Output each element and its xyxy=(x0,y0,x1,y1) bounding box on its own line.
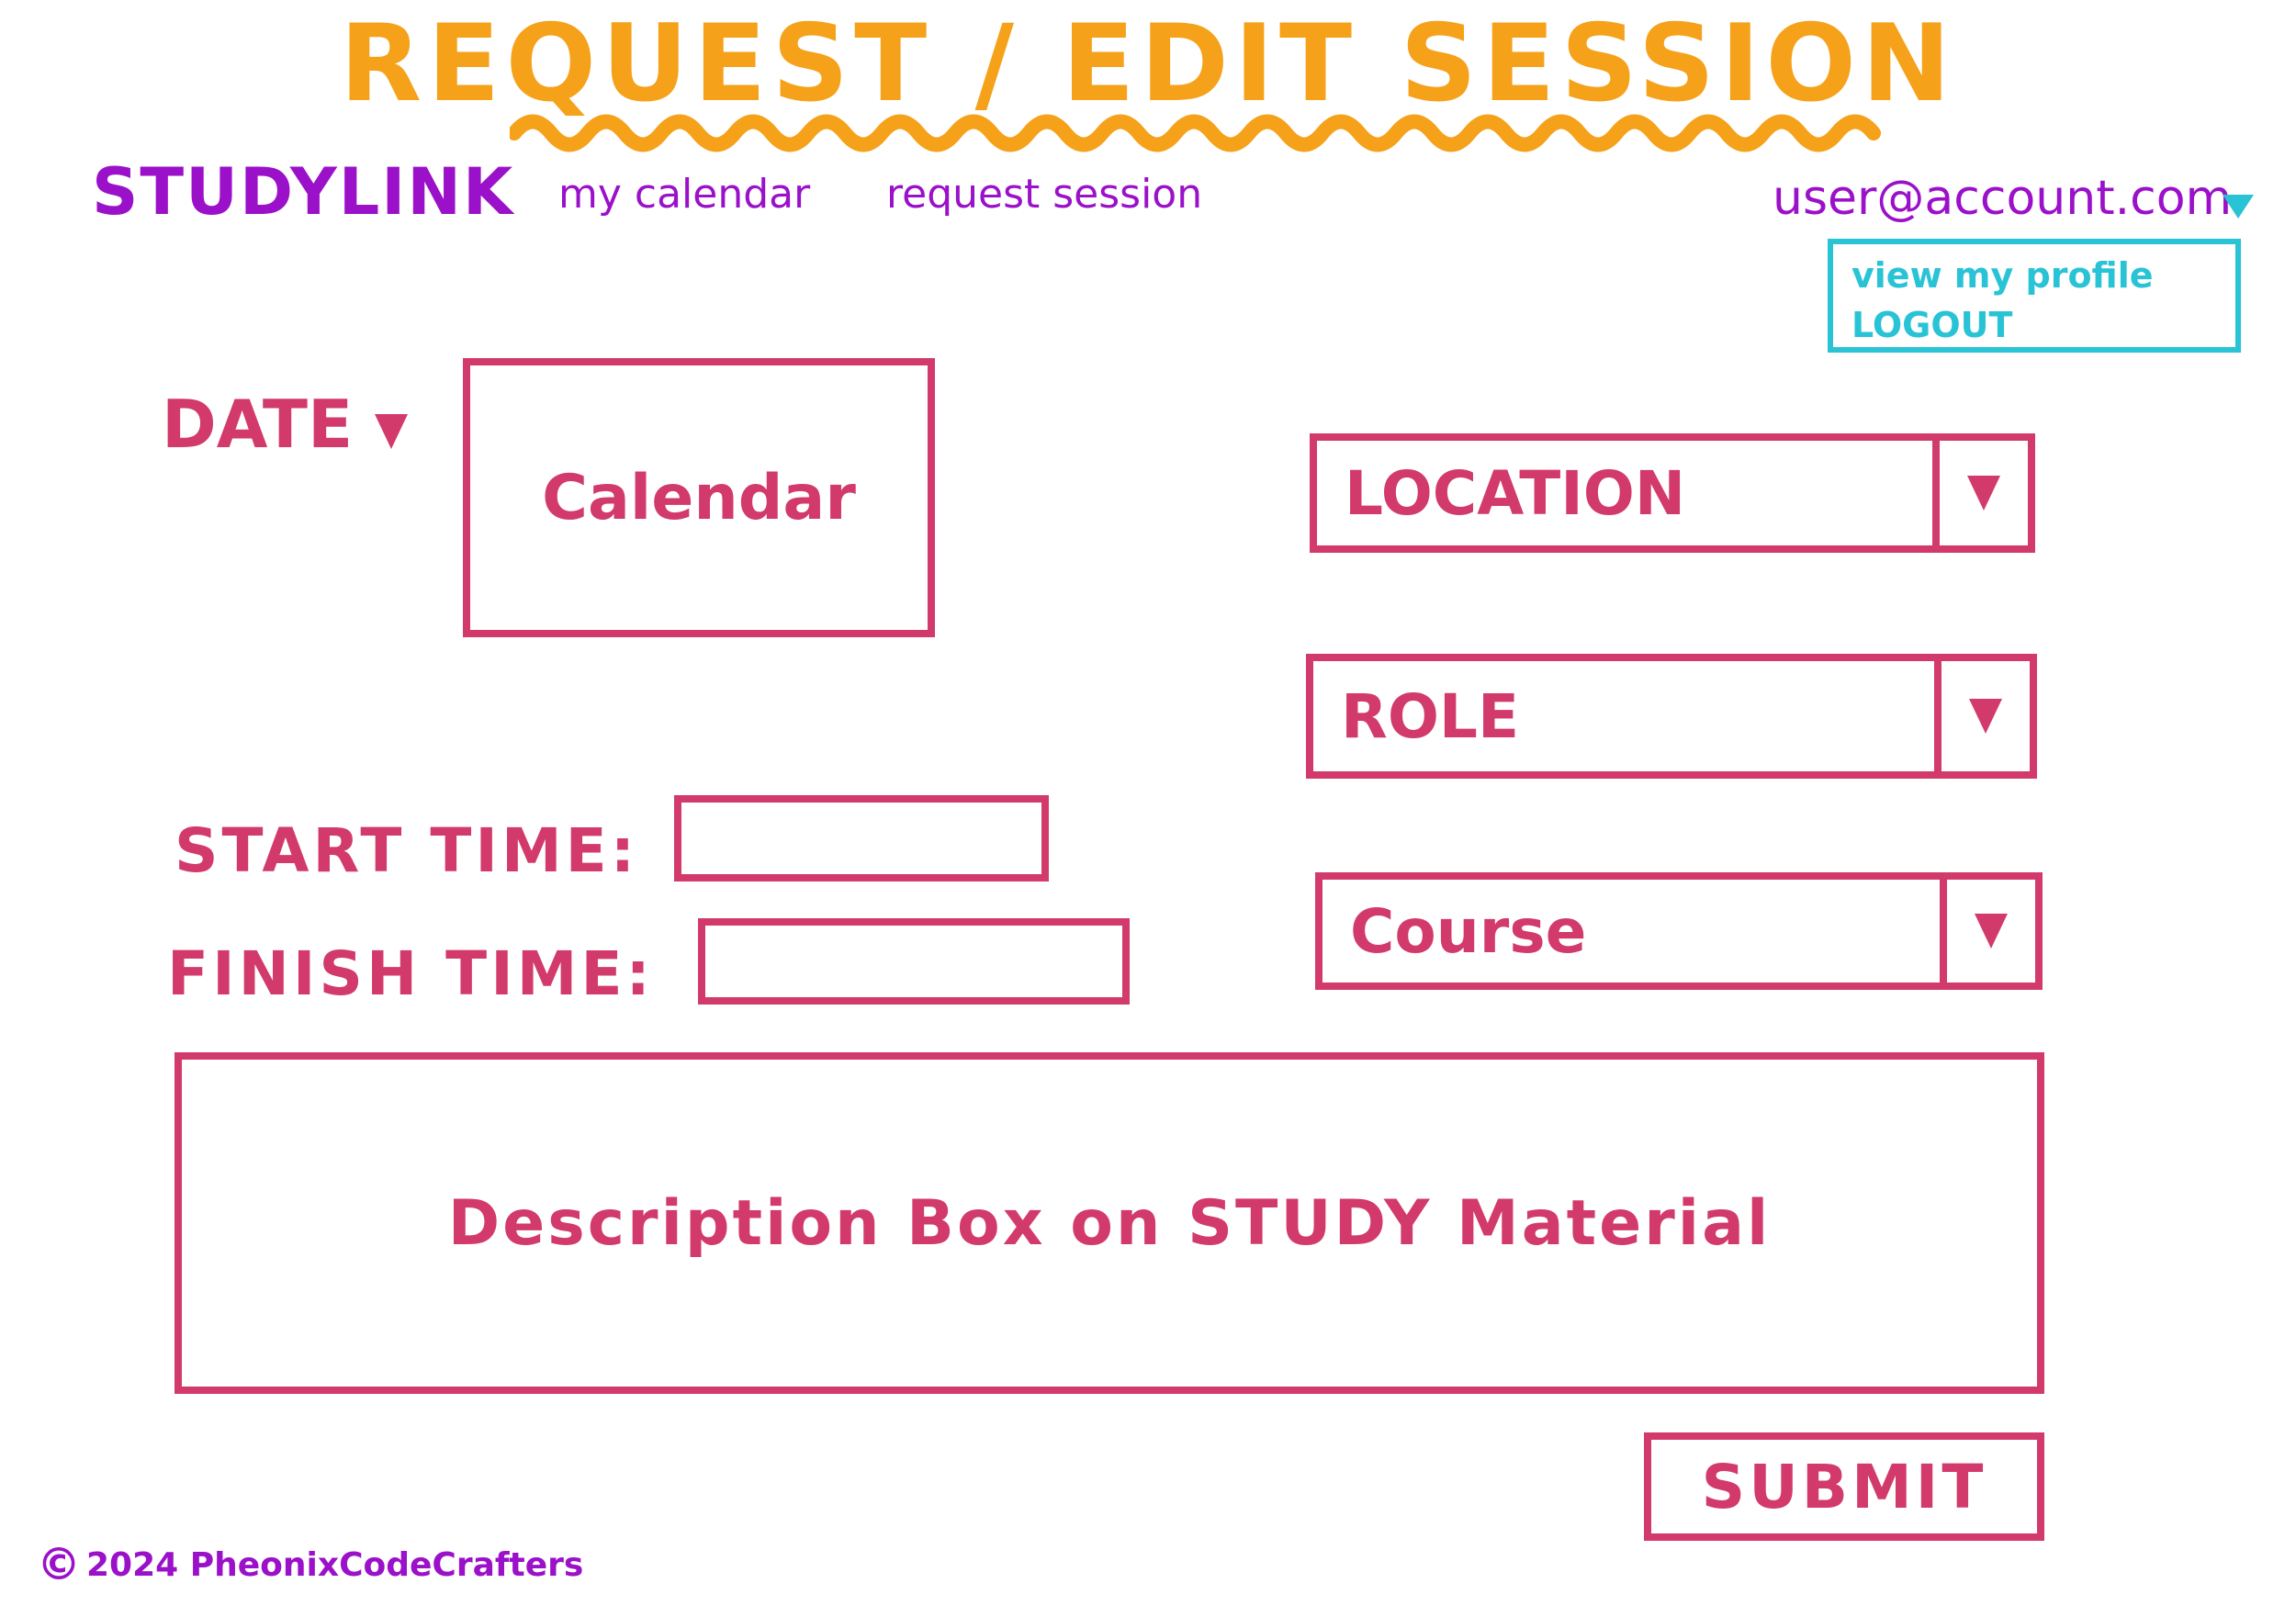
brand-logo[interactable]: STUDYLINK xyxy=(92,154,514,230)
role-select[interactable]: ROLE xyxy=(1306,654,2037,779)
finish-time-input[interactable] xyxy=(698,918,1130,1005)
copyright-icon: © xyxy=(37,1539,81,1590)
calendar-placeholder: Calendar xyxy=(542,461,856,534)
page-title: REQUEST / EDIT SESSION xyxy=(339,2,1957,126)
footer-text: 2024 PheonixCodeCrafters xyxy=(86,1545,584,1584)
caret-down-icon[interactable] xyxy=(2221,193,2256,220)
date-caret-down-icon[interactable] xyxy=(371,409,411,455)
location-select-label: LOCATION xyxy=(1345,457,1686,529)
user-dropdown-menu: view my profile LOGOUT xyxy=(1828,239,2241,353)
location-select[interactable]: LOCATION xyxy=(1310,433,2035,553)
nav-link-request-session[interactable]: request session xyxy=(886,171,1202,218)
caret-down-icon xyxy=(1967,476,2000,511)
menu-item-logout[interactable]: LOGOUT xyxy=(1851,305,2012,345)
description-textarea[interactable]: Description Box on STUDY Material xyxy=(174,1052,2044,1394)
user-account-menu[interactable]: user@account.com xyxy=(1773,171,2232,226)
date-label: DATE xyxy=(162,386,354,463)
nav-link-my-calendar[interactable]: my calendar xyxy=(558,171,810,218)
location-dropdown-button[interactable] xyxy=(1932,441,2028,545)
submit-button[interactable]: SUBMIT xyxy=(1644,1432,2044,1541)
start-time-label: START TIME: xyxy=(174,815,639,886)
course-dropdown-button[interactable] xyxy=(1940,880,2035,983)
menu-item-view-profile[interactable]: view my profile xyxy=(1851,255,2154,296)
course-select[interactable]: Course xyxy=(1315,872,2043,990)
role-select-label: ROLE xyxy=(1341,680,1520,752)
description-placeholder: Description Box on STUDY Material xyxy=(447,1186,1772,1260)
footer: © 2024 PheonixCodeCrafters xyxy=(37,1543,583,1587)
role-dropdown-button[interactable] xyxy=(1934,661,2030,771)
start-time-input[interactable] xyxy=(674,795,1049,881)
caret-down-icon xyxy=(1975,914,2008,949)
course-select-label: Course xyxy=(1350,895,1587,967)
caret-down-icon xyxy=(1969,699,2002,734)
title-underline-squiggle xyxy=(510,114,1881,152)
calendar-picker[interactable]: Calendar xyxy=(463,358,935,637)
finish-time-label: FINISH TIME: xyxy=(167,938,654,1009)
